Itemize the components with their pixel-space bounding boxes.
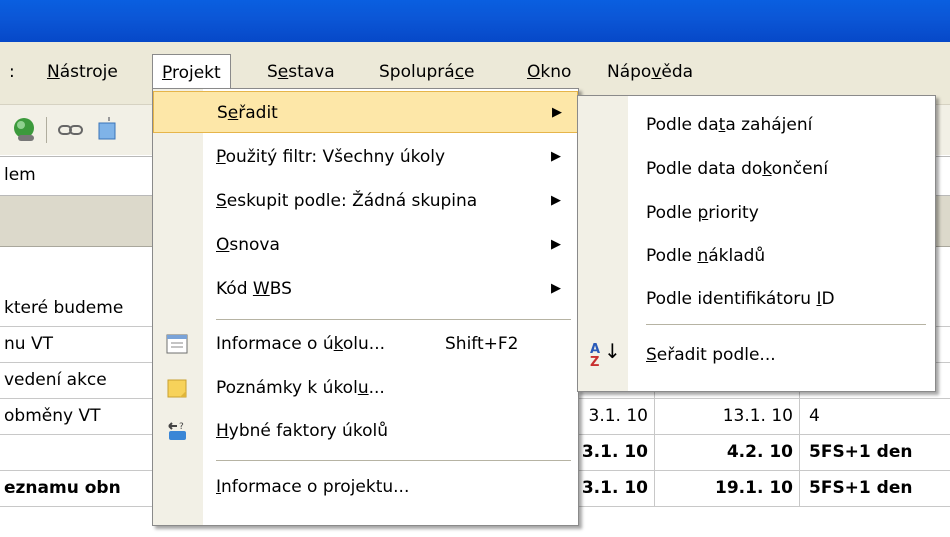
task-name-cell[interactable]: vedení akce xyxy=(4,362,153,398)
submenu-arrow-icon: ▶ xyxy=(551,149,561,164)
toolbar-separator xyxy=(46,117,47,143)
submenu-separator xyxy=(646,324,926,325)
end-date-cell[interactable]: 19.1. 10 xyxy=(655,470,800,506)
submenu-item-label: Podle nákladů xyxy=(646,246,766,266)
task-notes-icon xyxy=(167,379,187,398)
submenu-item-datum-dokonceni[interactable]: Podle data dokončení xyxy=(578,148,935,190)
predecessor-cell[interactable]: 5FS+1 den xyxy=(805,434,949,470)
predecessor-cell[interactable]: 4 xyxy=(805,398,949,434)
menu-item-label: Hybné faktory úkolů xyxy=(216,421,388,441)
projekt-dropdown-menu: Seřadit ▶ Použitý filtr: Všechny úkoly ▶… xyxy=(152,88,579,526)
sort-az-icon: A Z ↓ xyxy=(590,339,621,370)
menu-item-label: Seskupit podle: Žádná skupina xyxy=(216,191,478,211)
predecessor-cell[interactable]: 5FS+1 den xyxy=(805,470,949,506)
menu-item-edge: : xyxy=(9,62,15,82)
globe-link-icon[interactable] xyxy=(10,115,40,145)
svg-text:?: ? xyxy=(179,422,184,432)
task-info-icon xyxy=(166,334,188,354)
submenu-item-seradit-podle[interactable]: A Z ↓ Seřadit podle... xyxy=(578,334,935,376)
menu-okno[interactable]: Okno xyxy=(518,54,580,90)
menu-item-label: Kód WBS xyxy=(216,279,292,299)
task-name-cell[interactable] xyxy=(4,434,153,470)
seradit-submenu: Podle data zahájení Podle data dokončení… xyxy=(577,95,936,392)
menu-separator xyxy=(216,319,571,320)
menu-item-hybne-faktory[interactable]: ? Hybné faktory úkolů xyxy=(153,410,578,452)
task-drivers-icon: ? xyxy=(168,422,186,440)
end-date-cell[interactable]: 13.1. 10 xyxy=(655,398,800,434)
menu-item-informace-o-projektu[interactable]: Informace o projektu... xyxy=(153,466,578,508)
menu-item-seradit[interactable]: Seřadit ▶ xyxy=(153,91,578,133)
menu-item-osnova[interactable]: Osnova ▶ xyxy=(153,224,578,266)
submenu-item-priorita[interactable]: Podle priority xyxy=(578,192,935,234)
submenu-arrow-icon: ▶ xyxy=(552,105,562,120)
menu-item-poznamky[interactable]: Poznámky k úkolu... xyxy=(153,367,578,409)
submenu-item-datum-zahajeni[interactable]: Podle data zahájení xyxy=(578,104,935,146)
submenu-item-identifikator[interactable]: Podle identifikátoru ID xyxy=(578,278,935,320)
menu-item-shortcut: Shift+F2 xyxy=(445,334,519,354)
menu-spoluprace[interactable]: Spolupráce xyxy=(370,54,484,90)
menu-item-label: Informace o projektu... xyxy=(216,477,410,497)
submenu-item-label: Seřadit podle... xyxy=(646,345,776,365)
menu-separator xyxy=(216,460,571,461)
submenu-arrow-icon: ▶ xyxy=(551,193,561,208)
menu-napoveda[interactable]: Nápověda xyxy=(598,54,702,90)
submenu-item-naklady[interactable]: Podle nákladů xyxy=(578,235,935,277)
link-icon[interactable] xyxy=(56,115,86,145)
menu-item-label: Použitý filtr: Všechny úkoly xyxy=(216,147,446,167)
menu-item-informace-o-ukolu[interactable]: Informace o úkolu... Shift+F2 xyxy=(153,323,578,365)
submenu-item-label: Podle identifikátoru ID xyxy=(646,289,835,309)
menu-item-label: Osnova xyxy=(216,235,280,255)
menu-item-filtr[interactable]: Použitý filtr: Všechny úkoly ▶ xyxy=(153,136,578,178)
submenu-arrow-icon: ▶ xyxy=(551,281,561,296)
menu-item-kod-wbs[interactable]: Kód WBS ▶ xyxy=(153,268,578,310)
task-name-cell[interactable]: obměny VT xyxy=(4,398,153,434)
menu-item-label: Seřadit xyxy=(217,103,278,123)
submenu-item-label: Podle data zahájení xyxy=(646,115,813,135)
submenu-item-label: Podle priority xyxy=(646,203,759,223)
unlink-icon[interactable] xyxy=(95,115,125,145)
filter-text: lem xyxy=(4,165,36,185)
menu-sestava[interactable]: Sestava xyxy=(258,54,344,90)
task-name-cell[interactable]: eznamu obn xyxy=(4,470,153,506)
title-bar xyxy=(0,0,950,42)
task-name-cell[interactable]: které budeme xyxy=(4,290,153,326)
menu-item-label: Poznámky k úkolu... xyxy=(216,378,385,398)
menu-nastroje[interactable]: Nástroje xyxy=(38,54,127,90)
submenu-arrow-icon: ▶ xyxy=(551,237,561,252)
menu-item-seskupit[interactable]: Seskupit podle: Žádná skupina ▶ xyxy=(153,180,578,222)
submenu-item-label: Podle data dokončení xyxy=(646,159,829,179)
menu-item-label: Informace o úkolu... xyxy=(216,334,386,354)
task-name-cell[interactable]: nu VT xyxy=(4,326,153,362)
end-date-cell[interactable]: 4.2. 10 xyxy=(655,434,800,470)
